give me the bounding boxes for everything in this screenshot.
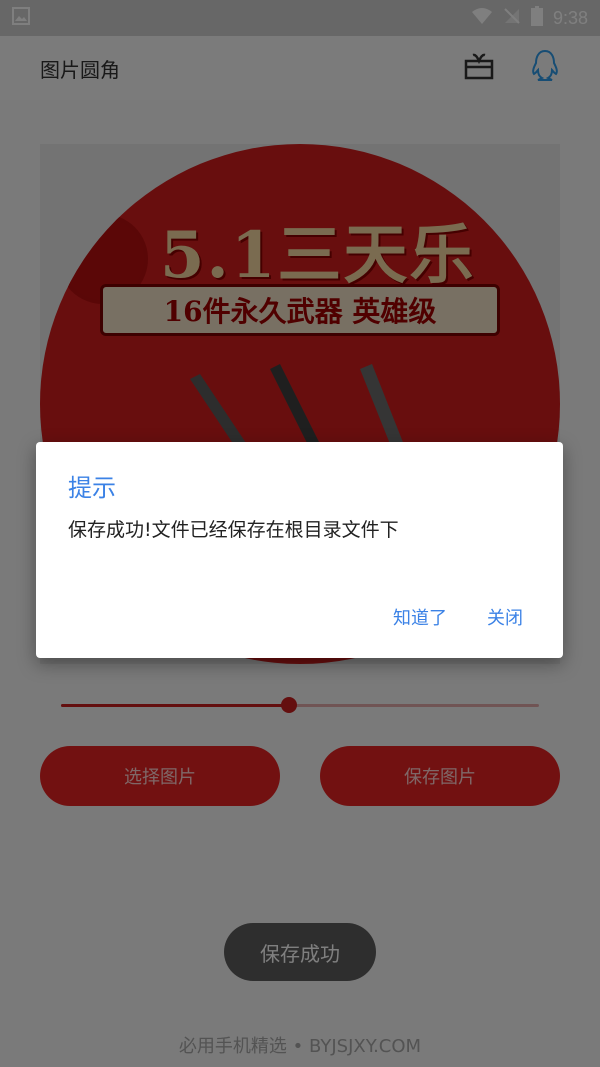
dialog-title: 提示 [68, 474, 116, 502]
dialog-actions: 知道了 关闭 [393, 604, 523, 630]
dialog-close-button[interactable]: 关闭 [487, 604, 523, 630]
dialog-message: 保存成功!文件已经保存在根目录文件下 [68, 519, 399, 541]
dialog-ok-button[interactable]: 知道了 [393, 604, 447, 630]
alert-dialog: 提示 保存成功!文件已经保存在根目录文件下 知道了 关闭 [36, 442, 563, 658]
